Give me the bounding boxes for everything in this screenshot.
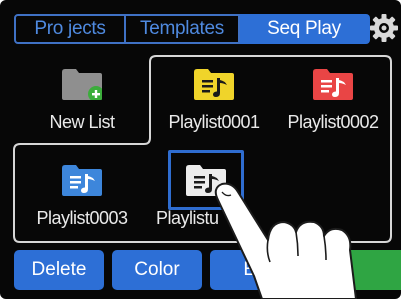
playlist-icon [313, 69, 353, 100]
playlist-icon [62, 165, 102, 196]
playlist-icon [186, 165, 226, 196]
color-button[interactable]: Color [112, 250, 202, 290]
delete-button[interactable]: Delete [14, 250, 104, 290]
playlist-icon [194, 69, 234, 100]
device-screen: Pro jects Templates Seq Play New List Pl… [0, 0, 401, 299]
playlist-label: Playlist0003 [36, 208, 128, 228]
green-action-button[interactable] [340, 250, 401, 290]
new-list-label: New List [49, 112, 115, 132]
playlist-label: Playlist0002 [287, 112, 379, 132]
playlist-label: Playlistu [156, 208, 219, 228]
edit-button[interactable]: Ed [210, 250, 300, 290]
new-list-folder-icon [62, 69, 102, 100]
